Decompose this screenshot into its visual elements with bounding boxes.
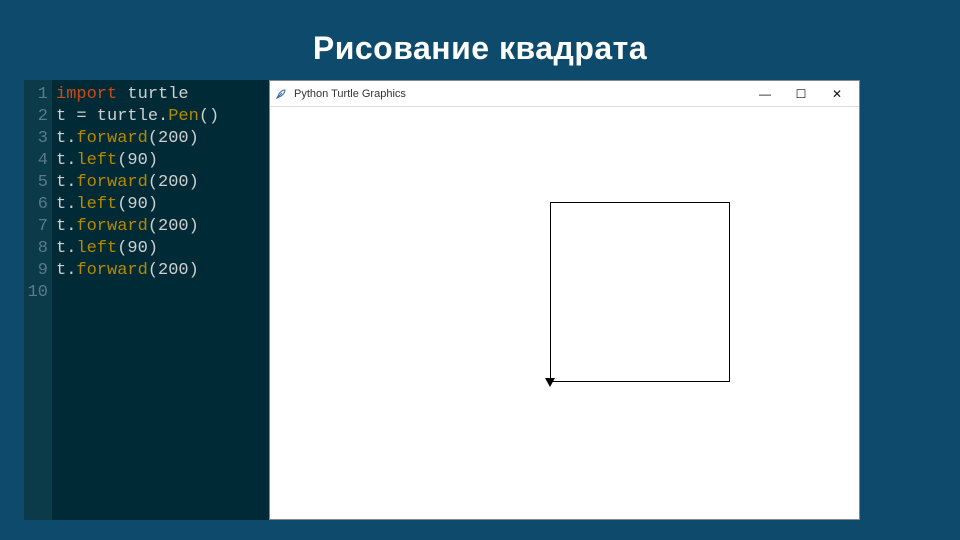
- code-line: t.left(90): [56, 150, 265, 172]
- window-controls: — ☐ ✕: [747, 81, 855, 107]
- code-body[interactable]: import turtlet = turtle.Pen()t.forward(2…: [52, 80, 269, 520]
- line-number: 9: [24, 260, 48, 282]
- line-number: 8: [24, 238, 48, 260]
- close-button[interactable]: ✕: [819, 81, 855, 107]
- line-number: 10: [24, 282, 48, 304]
- line-number: 2: [24, 106, 48, 128]
- code-editor: 12345678910 import turtlet = turtle.Pen(…: [24, 80, 269, 520]
- minimize-button[interactable]: —: [747, 81, 783, 107]
- turtle-window: Python Turtle Graphics — ☐ ✕: [269, 80, 860, 520]
- feather-icon: [274, 87, 288, 101]
- code-line: t.forward(200): [56, 128, 265, 150]
- code-line: [56, 282, 265, 304]
- line-gutter: 12345678910: [24, 80, 52, 520]
- code-line: t.left(90): [56, 194, 265, 216]
- line-number: 3: [24, 128, 48, 150]
- line-number: 6: [24, 194, 48, 216]
- line-number: 7: [24, 216, 48, 238]
- code-line: t.forward(200): [56, 260, 265, 282]
- maximize-button[interactable]: ☐: [783, 81, 819, 107]
- window-titlebar[interactable]: Python Turtle Graphics — ☐ ✕: [270, 81, 859, 107]
- code-line: t.left(90): [56, 238, 265, 260]
- code-line: t.forward(200): [56, 216, 265, 238]
- line-number: 4: [24, 150, 48, 172]
- code-line: import turtle: [56, 84, 265, 106]
- turtle-cursor-icon: [545, 378, 555, 387]
- slide-title: Рисование квадрата: [0, 30, 960, 67]
- content-area: 12345678910 import turtlet = turtle.Pen(…: [24, 80, 860, 520]
- window-title: Python Turtle Graphics: [294, 88, 747, 100]
- line-number: 1: [24, 84, 48, 106]
- drawn-square: [550, 202, 730, 382]
- line-number: 5: [24, 172, 48, 194]
- turtle-canvas[interactable]: [270, 107, 859, 519]
- code-line: t = turtle.Pen(): [56, 106, 265, 128]
- code-line: t.forward(200): [56, 172, 265, 194]
